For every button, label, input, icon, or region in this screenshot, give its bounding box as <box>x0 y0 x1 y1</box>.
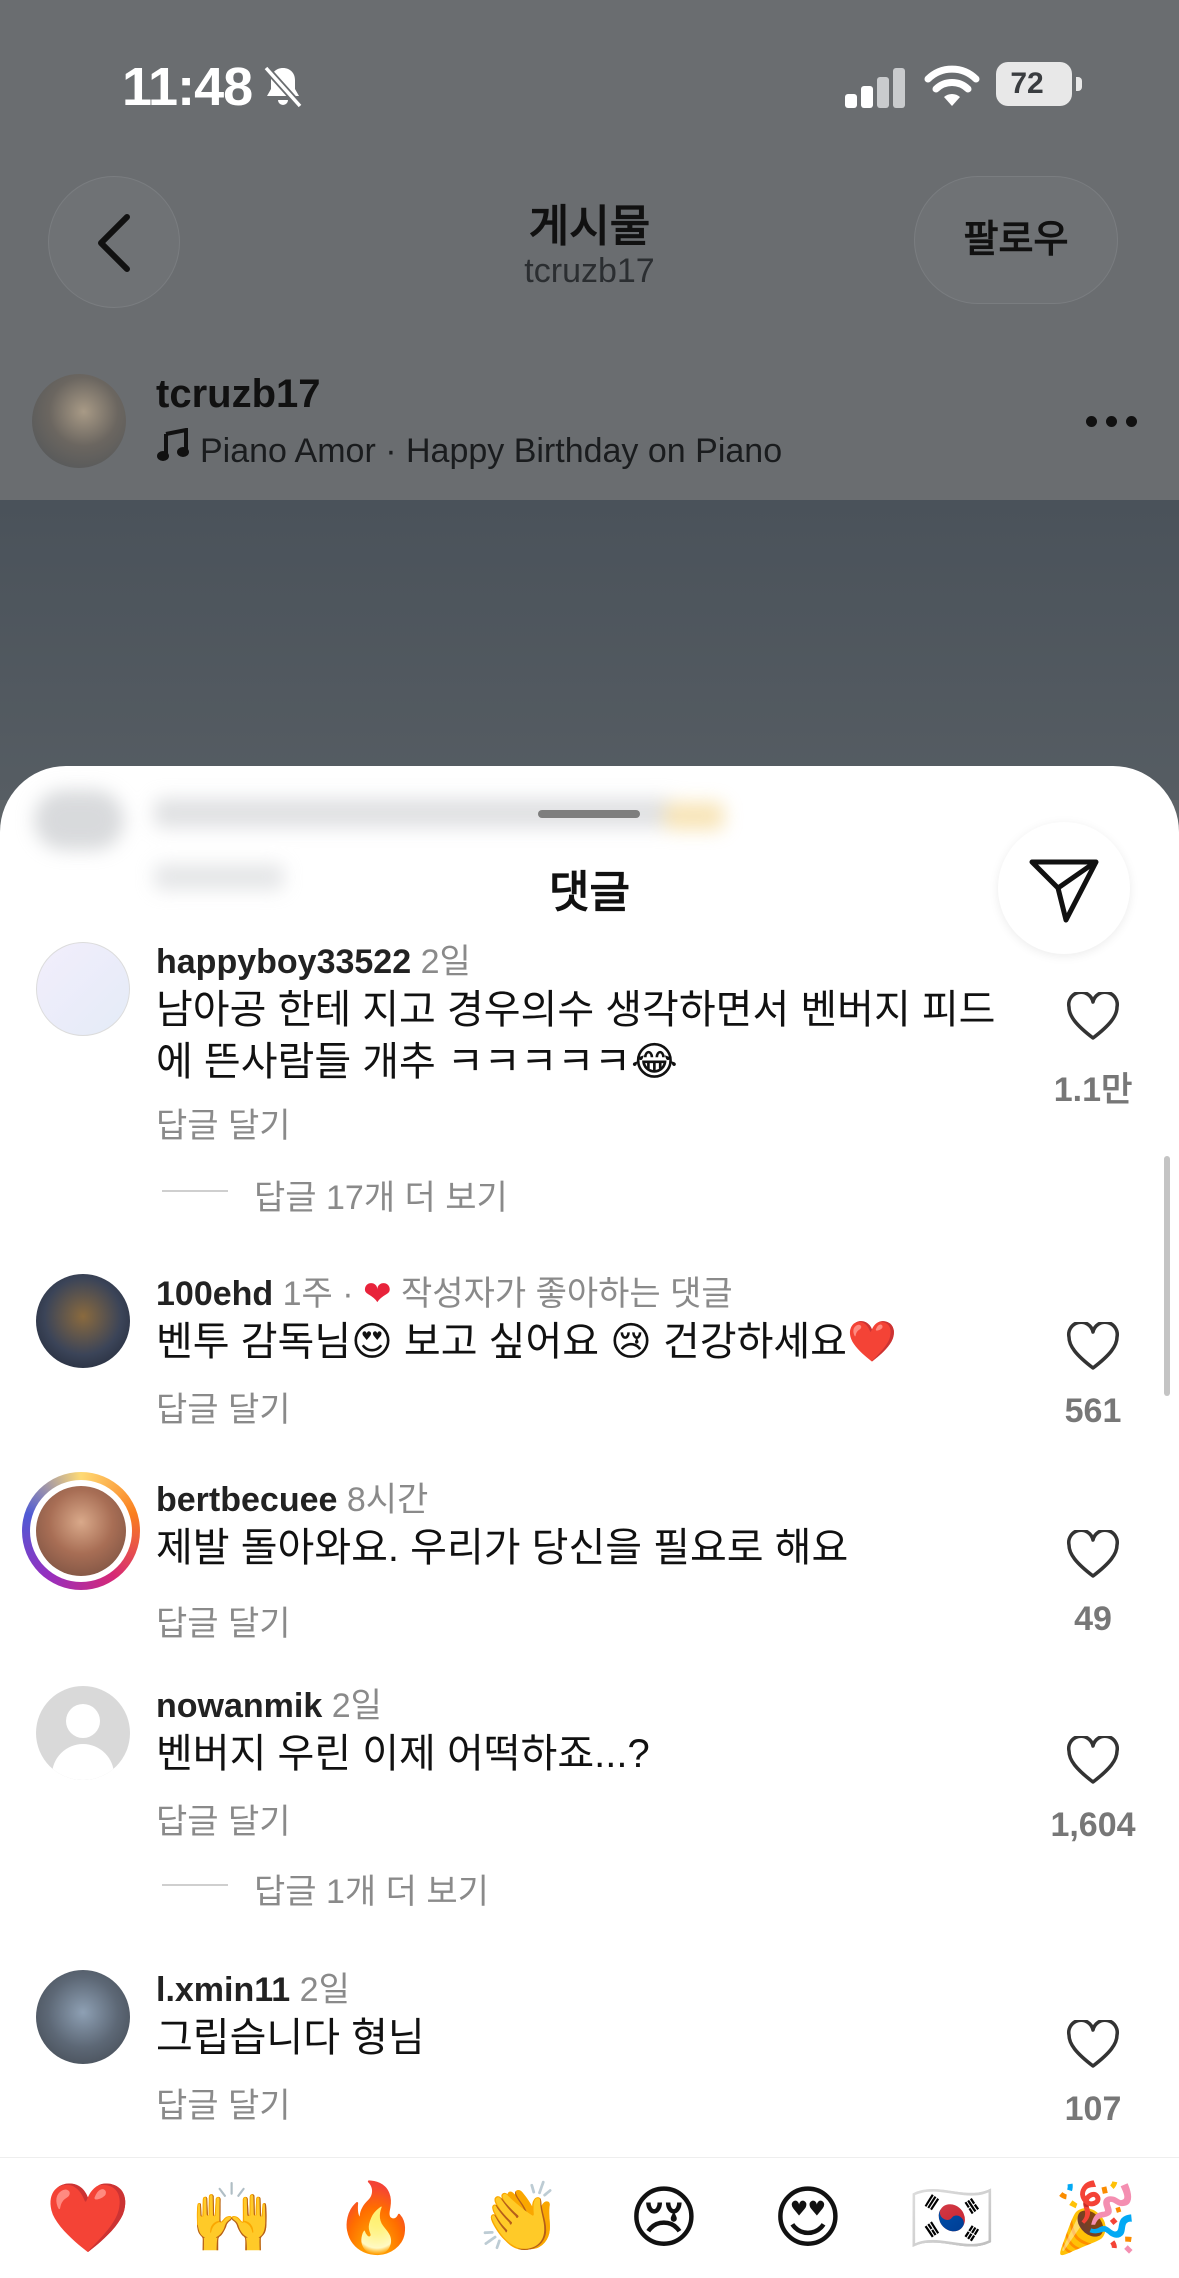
heart-outline-icon[interactable] <box>1066 1736 1120 1786</box>
wifi-icon <box>924 65 980 106</box>
comment-time: 8시간 <box>346 1481 429 1519</box>
emoji-korea-flag-button[interactable]: 🇰🇷 <box>902 2168 1002 2268</box>
more-options-button[interactable] <box>1086 416 1138 428</box>
view-more-replies-label: 답글 17개 더 보기 <box>254 1179 508 1217</box>
follow-button[interactable]: 팔로우 <box>914 176 1118 304</box>
comment-username[interactable]: happyboy33522 <box>156 943 411 981</box>
default-avatar-icon <box>66 1704 100 1738</box>
post-author-avatar[interactable] <box>32 374 126 468</box>
like-count: 107 <box>1064 2090 1122 2128</box>
comment-time: 2일 <box>299 1971 350 2009</box>
comment-username[interactable]: bertbecuee <box>156 1481 337 1519</box>
heart-filled-icon: ❤ <box>363 1275 392 1313</box>
cellular-signal-icon <box>845 68 907 108</box>
comment-text: 그립습니다 형님 <box>156 2016 425 2060</box>
comment-meta: 100ehd 1주 · ❤ 작성자가 좋아하는 댓글 <box>156 1266 733 1315</box>
comment-username[interactable]: 100ehd <box>156 1275 273 1313</box>
author-liked-label: 작성자가 좋아하는 댓글 <box>401 1275 733 1313</box>
comment-text: 제발 돌아와요. 우리가 당신을 필요로 해요 <box>156 1526 849 1570</box>
comment-time: 2일 <box>331 1687 382 1725</box>
comments-sheet: 댓글 happyboy33522 2일 남아공 한테 지고 경우의수 생각하면서… <box>0 766 1179 2277</box>
emoji-crying-button[interactable]: 😢 <box>614 2168 714 2268</box>
like-count: 561 <box>1064 1392 1122 1430</box>
comment-text-line: 남아공 한테 지고 경우의수 생각하면서 벤버지 피드 <box>156 988 996 1032</box>
comment-username[interactable]: nowanmik <box>156 1687 322 1725</box>
avatar[interactable] <box>36 942 130 1036</box>
comment-item: happyboy33522 2일 남아공 한테 지고 경우의수 생각하면서 벤버… <box>0 934 1179 1234</box>
video-preview <box>0 500 1179 800</box>
reply-button[interactable]: 답글 달기 <box>156 2078 291 2127</box>
reply-button[interactable]: 답글 달기 <box>156 1382 291 1431</box>
comment-item: 100ehd 1주 · ❤ 작성자가 좋아하는 댓글 벤투 감독님😍 보고 싶어… <box>0 1266 1179 1466</box>
sheet-drag-handle[interactable] <box>538 810 640 818</box>
avatar[interactable] <box>36 1274 130 1368</box>
like-count: 1.1만 <box>1053 1071 1133 1109</box>
like-count: 1,604 <box>1050 1806 1136 1844</box>
comment-text: 남아공 한테 지고 경우의수 생각하면서 벤버지 피드 에 뜬사람들 개추 ㅋㅋ… <box>156 984 1016 1088</box>
comment-time: 1주 · <box>282 1275 354 1313</box>
battery-level: 72 <box>1010 67 1044 100</box>
comment-username[interactable]: l.xmin11 <box>156 1971 290 2009</box>
post-author-username[interactable]: tcruzb17 <box>156 372 321 417</box>
paper-plane-icon <box>1029 859 1099 923</box>
comment-text: 벤버지 우린 이제 어떡하죠...? <box>156 1732 650 1776</box>
battery-indicator: 72 <box>996 62 1082 108</box>
emoji-raised-hands-button[interactable]: 🙌 <box>182 2168 282 2268</box>
emoji-clap-button[interactable]: 👏 <box>470 2168 570 2268</box>
comment-item: l.xmin11 2일 그립습니다 형님 답글 달기 107 <box>0 1962 1179 2142</box>
avatar[interactable] <box>36 1970 130 2064</box>
heart-outline-icon[interactable] <box>1066 2020 1120 2070</box>
comment-time: 2일 <box>420 943 471 981</box>
bell-slash-icon <box>263 65 303 109</box>
comment-text: 벤투 감독님😍 보고 싶어요 😢 건강하세요❤️ <box>156 1320 897 1364</box>
emoji-heart-eyes-button[interactable]: 😍 <box>758 2168 858 2268</box>
status-time: 11:48 <box>122 57 253 117</box>
music-note-icon <box>157 428 189 461</box>
comment-text-line: 에 뜬사람들 개추 ㅋㅋㅋㅋㅋ😂 <box>156 1040 678 1084</box>
comment-item: nowanmik 2일 벤버지 우린 이제 어떡하죠...? 답글 달기 답글 … <box>0 1678 1179 1948</box>
emoji-fire-button[interactable]: 🔥 <box>326 2168 426 2268</box>
view-more-replies-label: 답글 1개 더 보기 <box>254 1873 489 1911</box>
comment-meta: bertbecuee 8시간 <box>156 1472 428 1521</box>
heart-outline-icon[interactable] <box>1066 1530 1120 1580</box>
heart-outline-icon[interactable] <box>1066 992 1120 1042</box>
comment-item: bertbecuee 8시간 제발 돌아와요. 우리가 당신을 필요로 해요 답… <box>0 1472 1179 1672</box>
reply-button[interactable]: 답글 달기 <box>156 1794 291 1843</box>
comment-meta: l.xmin11 2일 <box>156 1962 350 2011</box>
comment-meta: happyboy33522 2일 <box>156 934 471 983</box>
status-bar: 11:48 72 <box>0 0 1179 170</box>
comment-meta: nowanmik 2일 <box>156 1678 382 1727</box>
reply-button[interactable]: 답글 달기 <box>156 1098 291 1147</box>
reply-button[interactable]: 답글 달기 <box>156 1596 291 1645</box>
heart-outline-icon[interactable] <box>1066 1322 1120 1372</box>
like-count: 49 <box>1074 1600 1112 1638</box>
post-music-link[interactable]: Piano Amor · Happy Birthday on Piano <box>156 428 782 471</box>
avatar[interactable] <box>36 1686 130 1780</box>
avatar-image <box>36 1486 126 1576</box>
emoji-party-button[interactable]: 🎉 <box>1046 2168 1146 2268</box>
post-music-label: Piano Amor · Happy Birthday on Piano <box>200 432 783 470</box>
emoji-heart-button[interactable]: ❤️ <box>38 2168 138 2268</box>
emoji-reaction-bar: ❤️ 🙌 🔥 👏 😢 😍 🇰🇷 🎉 <box>0 2157 1179 2278</box>
scrollbar[interactable] <box>1164 1156 1170 1396</box>
default-avatar-body <box>52 1744 114 1780</box>
